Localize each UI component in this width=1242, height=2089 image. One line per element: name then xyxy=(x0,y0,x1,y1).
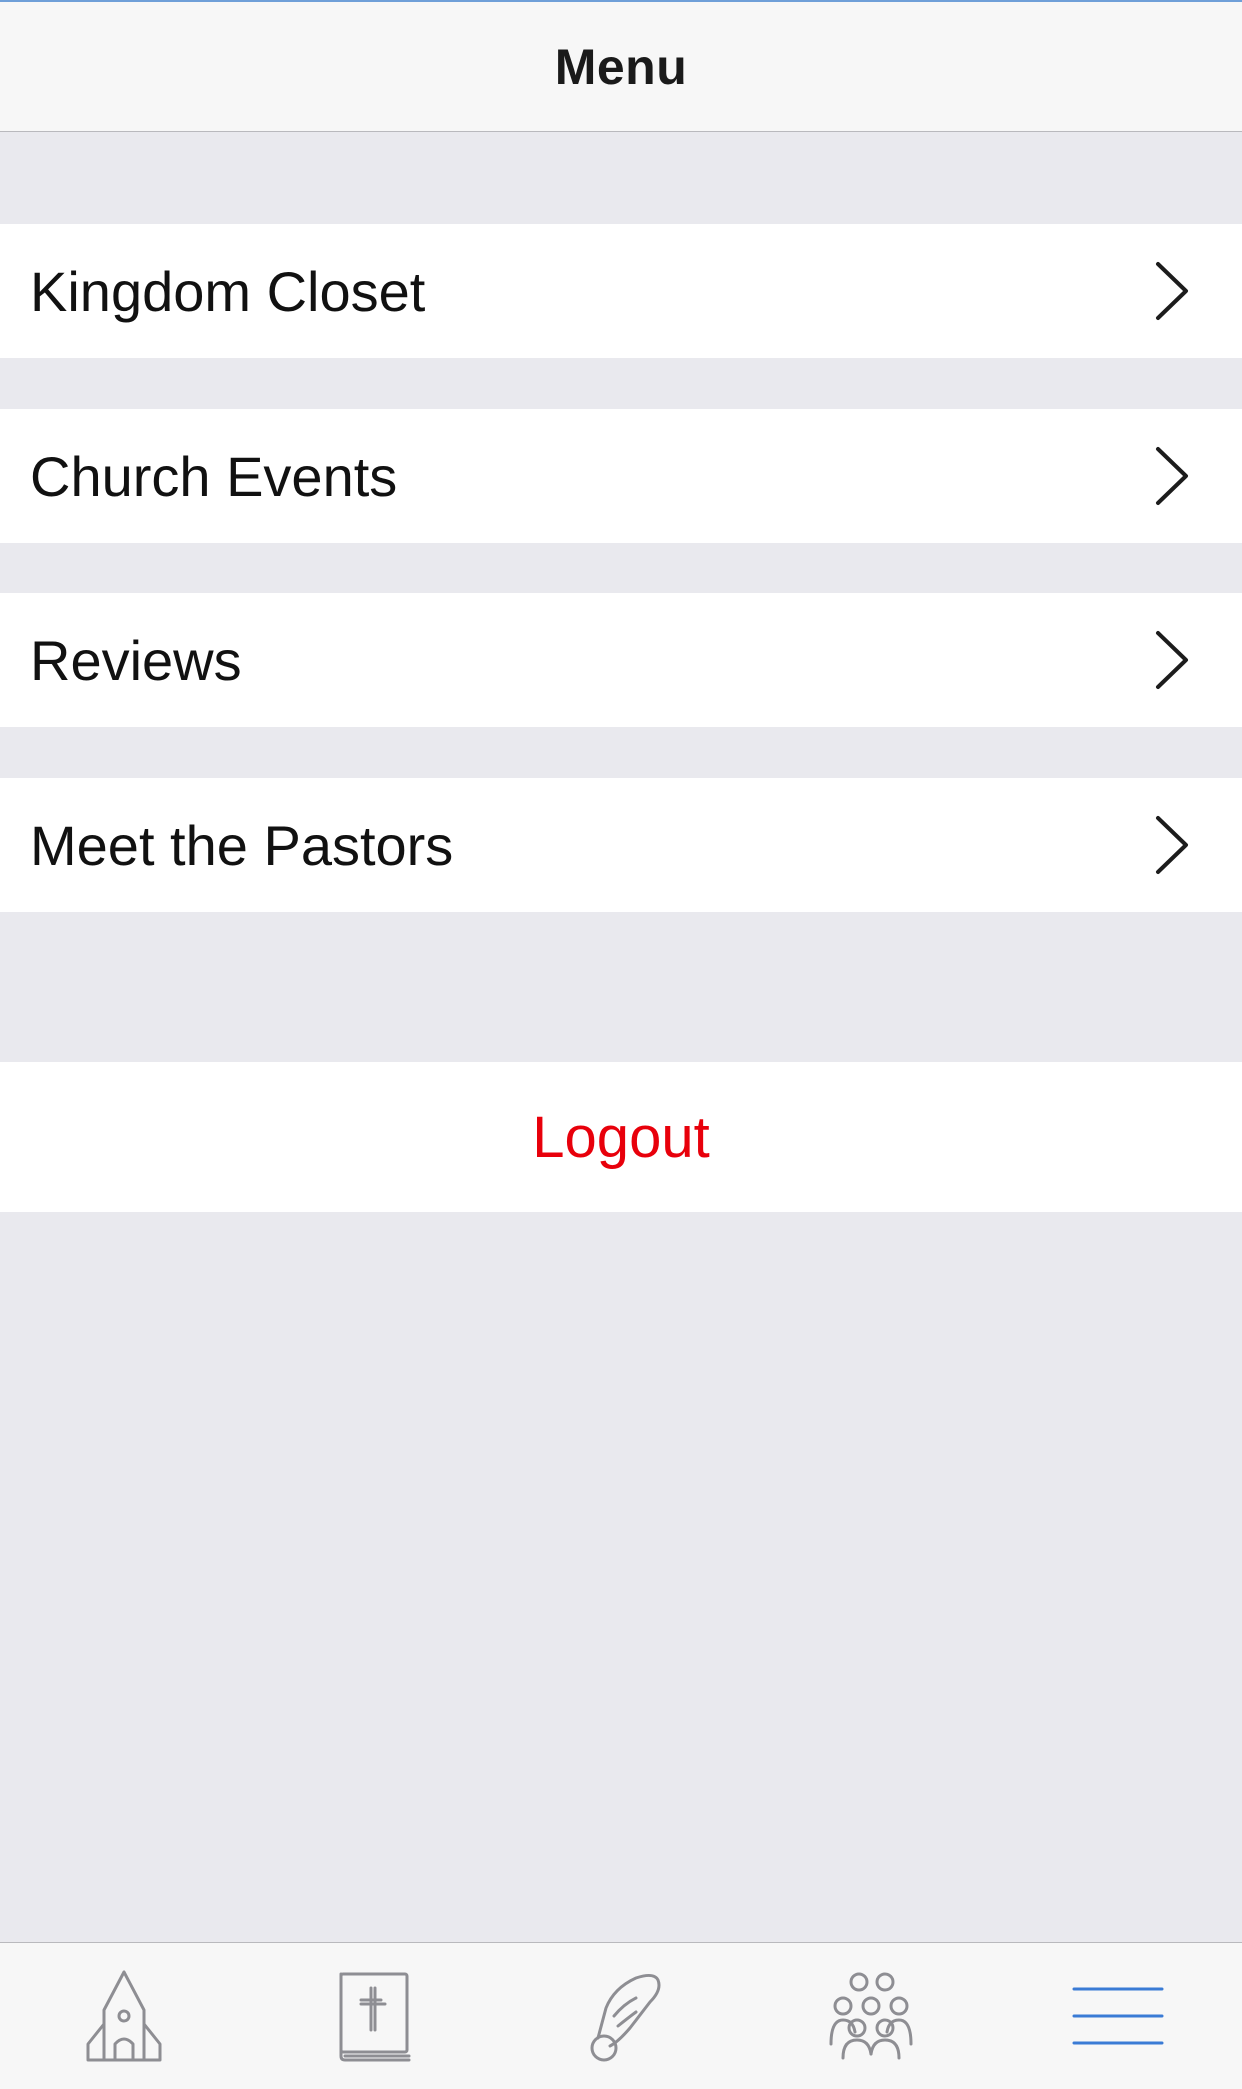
nav-bar: Menu xyxy=(0,0,1242,132)
group-icon xyxy=(829,1972,913,2060)
tab-bible[interactable] xyxy=(283,1943,463,2089)
menu-item-label: Meet the Pastors xyxy=(30,813,454,877)
tab-church[interactable] xyxy=(34,1943,214,2089)
chevron-right-icon xyxy=(1156,447,1188,505)
menu-item-kingdom-closet[interactable]: Kingdom Closet xyxy=(0,224,1242,358)
page-title: Menu xyxy=(554,38,688,95)
menu-item-label: Kingdom Closet xyxy=(30,259,426,323)
logout-button[interactable]: Logout xyxy=(0,1062,1242,1212)
menu-item-church-events[interactable]: Church Events xyxy=(0,409,1242,543)
chevron-right-icon xyxy=(1156,262,1188,320)
menu-item-reviews[interactable]: Reviews xyxy=(0,593,1242,727)
chevron-right-icon xyxy=(1156,816,1188,874)
tab-community[interactable] xyxy=(781,1943,961,2089)
chevron-right-icon xyxy=(1156,631,1188,689)
tab-bar xyxy=(0,1942,1242,2089)
tab-prayer[interactable] xyxy=(532,1943,712,2089)
tab-menu[interactable] xyxy=(1028,1943,1208,2089)
logout-label: Logout xyxy=(532,1104,710,1170)
menu-item-label: Reviews xyxy=(30,628,242,692)
menu-item-meet-the-pastors[interactable]: Meet the Pastors xyxy=(0,778,1242,912)
menu-icon xyxy=(1072,1987,1164,2045)
bible-icon xyxy=(339,1972,411,2062)
praying-hands-icon xyxy=(590,1973,661,2062)
menu-item-label: Church Events xyxy=(30,444,398,508)
church-icon xyxy=(86,1970,162,2062)
